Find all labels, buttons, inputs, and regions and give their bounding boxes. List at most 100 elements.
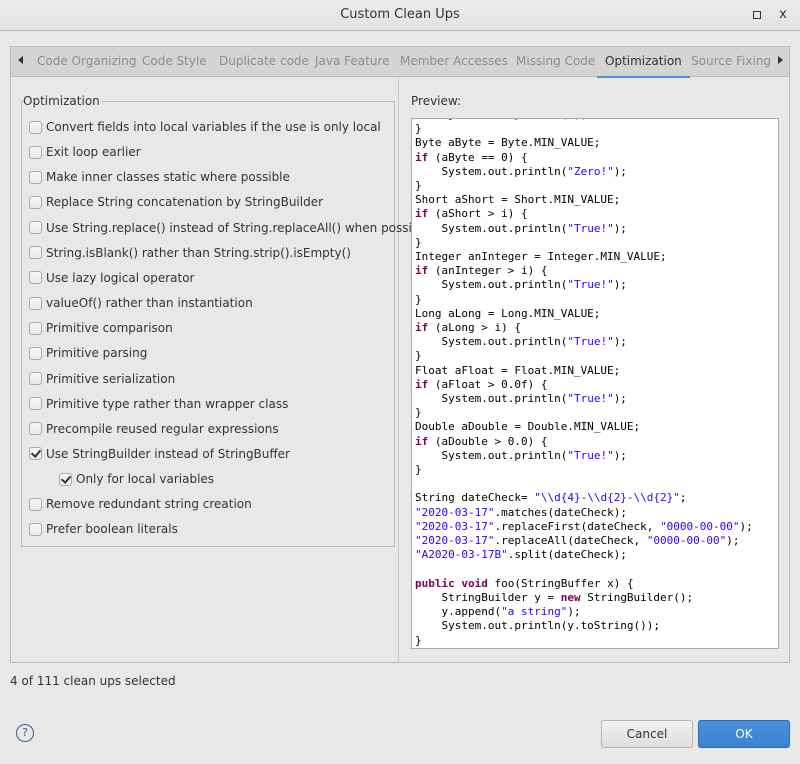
option-label: valueOf() rather than instantiation bbox=[46, 296, 253, 311]
option-checkbox-row[interactable]: Primitive serialization bbox=[29, 370, 175, 388]
cancel-button[interactable]: Cancel bbox=[601, 720, 693, 748]
code-keyword: if bbox=[415, 207, 429, 221]
checkbox-unchecked[interactable] bbox=[29, 346, 42, 360]
tab-optimization[interactable]: Optimization bbox=[597, 54, 690, 78]
option-checkbox-row[interactable]: Make inner classes static where possible bbox=[29, 168, 290, 186]
code-line: System.out.println("True!"); bbox=[415, 222, 753, 236]
tab-java-feature[interactable]: Java Feature bbox=[315, 54, 390, 68]
checkbox-unchecked[interactable] bbox=[29, 246, 42, 260]
checkbox-unchecked[interactable] bbox=[29, 372, 42, 385]
code-text: (aLong > i) { bbox=[428, 321, 521, 335]
checkbox-unchecked[interactable] bbox=[29, 296, 42, 310]
checkbox-unchecked[interactable] bbox=[29, 422, 42, 436]
option-checkbox-row[interactable]: Exit loop earlier bbox=[29, 143, 141, 161]
code-text: System.out.println( bbox=[415, 392, 568, 406]
code-line: "2020-03-17".replaceFirst(dateCheck, "00… bbox=[415, 520, 753, 534]
code-line: "A2020-03-17B".split(dateCheck); bbox=[415, 548, 753, 562]
option-checkbox-row[interactable]: Primitive comparison bbox=[29, 319, 173, 337]
code-string: "2020-03-17" bbox=[415, 519, 495, 533]
close-icon[interactable]: x bbox=[774, 6, 792, 24]
code-line: String dateCheck= "\\d{4}-\\d{2}-\\d{2}"… bbox=[415, 491, 753, 505]
option-checkbox-row[interactable]: Only for local variables bbox=[59, 470, 214, 488]
option-checkbox-row[interactable]: Convert fields into local variables if t… bbox=[29, 118, 381, 136]
code-text: } bbox=[415, 406, 422, 420]
scroll-tabs-right-icon[interactable] bbox=[778, 56, 783, 64]
tab-missing-code[interactable]: Missing Code bbox=[516, 54, 595, 68]
code-text: .matches(dateCheck); bbox=[494, 505, 627, 519]
option-checkbox-row[interactable]: Precompile reused regular expressions bbox=[29, 420, 279, 438]
pane-divider[interactable] bbox=[398, 77, 399, 663]
option-checkbox-row[interactable]: Use String.replace() instead of String.r… bbox=[29, 219, 430, 237]
preview-pane[interactable]: System.out.println(i);}Byte aByte = Byte… bbox=[411, 118, 779, 649]
code-text: System.out.println( bbox=[415, 164, 568, 178]
ok-button[interactable]: OK bbox=[698, 720, 790, 748]
checkbox-unchecked[interactable] bbox=[29, 497, 42, 511]
checkbox-unchecked[interactable] bbox=[29, 145, 42, 159]
tab-duplicate-code[interactable]: Duplicate code bbox=[219, 54, 309, 68]
code-text: } bbox=[415, 633, 422, 647]
checkbox-checked[interactable] bbox=[29, 447, 42, 461]
code-text: Float aFloat = Float.MIN_VALUE; bbox=[415, 363, 621, 377]
code-text: .replaceFirst(dateCheck, bbox=[494, 519, 661, 533]
checkbox-unchecked[interactable] bbox=[29, 321, 42, 335]
option-label: Make inner classes static where possible bbox=[46, 170, 290, 185]
code-text: ); bbox=[613, 448, 627, 462]
code-line: } bbox=[415, 463, 753, 477]
option-checkbox-row[interactable]: Remove redundant string creation bbox=[29, 495, 252, 513]
checkbox-unchecked[interactable] bbox=[29, 195, 42, 209]
option-checkbox-row[interactable]: Prefer boolean literals bbox=[29, 520, 178, 538]
checkbox-unchecked[interactable] bbox=[29, 271, 42, 285]
option-checkbox-row[interactable]: Primitive type rather than wrapper class bbox=[29, 395, 288, 413]
code-text: System.out.println( bbox=[415, 335, 568, 349]
maximize-icon[interactable] bbox=[748, 6, 766, 24]
tab-member-accesses[interactable]: Member Accesses bbox=[400, 54, 508, 68]
checkbox-unchecked[interactable] bbox=[29, 221, 42, 235]
code-line: System.out.println("True!"); bbox=[415, 335, 753, 349]
option-checkbox-row[interactable]: String.isBlank() rather than String.stri… bbox=[29, 244, 351, 262]
code-string: "True!" bbox=[567, 221, 614, 235]
tab-code-style[interactable]: Code Style bbox=[142, 54, 207, 68]
checkbox-unchecked[interactable] bbox=[29, 120, 42, 134]
option-checkbox-row[interactable]: Replace String concatenation by StringBu… bbox=[29, 193, 323, 211]
checkbox-checked[interactable] bbox=[59, 472, 72, 486]
code-text: ); bbox=[613, 335, 627, 349]
option-label: String.isBlank() rather than String.stri… bbox=[46, 245, 351, 260]
option-checkbox-row[interactable]: Use StringBuilder instead of StringBuffe… bbox=[29, 445, 290, 463]
option-label: Exit loop earlier bbox=[46, 145, 141, 160]
option-label: Precompile reused regular expressions bbox=[46, 421, 279, 436]
option-label: Primitive type rather than wrapper class bbox=[46, 396, 289, 411]
code-line: } bbox=[415, 349, 753, 363]
option-label: Primitive parsing bbox=[46, 346, 148, 361]
code-string: "0000-00-00" bbox=[660, 519, 740, 533]
code-line: Short aShort = Short.MIN_VALUE; bbox=[415, 193, 753, 207]
code-line: System.out.println(y.toString()); bbox=[415, 619, 753, 633]
code-text: StringBuilder(); bbox=[580, 590, 694, 604]
tab-bar: Code Organizing Code Style Duplicate code J… bbox=[10, 46, 790, 78]
code-string: "0000-00-00" bbox=[646, 534, 727, 548]
checkbox-unchecked[interactable] bbox=[29, 397, 42, 411]
option-checkbox-row[interactable]: Use lazy logical operator bbox=[29, 269, 194, 287]
code-text: (aByte == 0) { bbox=[428, 150, 528, 164]
code-text: System.out.println( bbox=[415, 221, 568, 235]
code-text: ; bbox=[679, 491, 687, 505]
code-keyword: if bbox=[415, 321, 429, 335]
help-icon[interactable]: ? bbox=[16, 724, 34, 742]
code-text: ); bbox=[726, 534, 740, 548]
tab-code-organizing[interactable]: Code Organizing bbox=[37, 54, 136, 68]
code-string: "True!" bbox=[567, 448, 614, 462]
code-string: "True!" bbox=[567, 335, 614, 349]
code-text: ); bbox=[613, 278, 627, 292]
scroll-tabs-left-icon[interactable] bbox=[18, 56, 23, 64]
checkbox-unchecked[interactable] bbox=[29, 522, 42, 536]
option-checkbox-row[interactable]: valueOf() rather than instantiation bbox=[29, 294, 253, 312]
option-label: Use String.replace() instead of String.r… bbox=[46, 220, 431, 235]
code-line: Byte aByte = Byte.MIN_VALUE; bbox=[415, 136, 753, 150]
code-line: } bbox=[415, 179, 753, 193]
tab-source-fixing[interactable]: Source Fixing bbox=[691, 54, 771, 68]
option-checkbox-row[interactable]: Primitive parsing bbox=[29, 344, 147, 362]
code-line: Double aDouble = Double.MIN_VALUE; bbox=[415, 420, 753, 434]
option-label: Use lazy logical operator bbox=[46, 270, 195, 285]
window-title: Custom Clean Ups bbox=[340, 7, 460, 22]
checkbox-unchecked[interactable] bbox=[29, 170, 42, 184]
